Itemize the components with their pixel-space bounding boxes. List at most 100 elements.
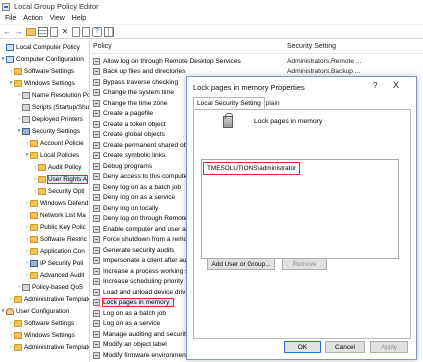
menu-file[interactable]: File [5,15,16,22]
policy-setting-icon [93,341,100,348]
window-title: Local Group Policy Editor [14,2,99,11]
policy-row[interactable]: Back up files and directories Administrat… [91,67,423,77]
tree-item[interactable]: › Windows Settings [8,330,75,340]
computer-icon [6,55,14,63]
tree-item[interactable]: › Software Settings [8,66,74,76]
tree-item[interactable]: › Advanced Audit [24,270,84,280]
apply-button[interactable]: Apply [370,341,408,353]
tree-item-label: Audit Policy [48,163,82,171]
tree-item[interactable]: ▾ Local Policies [24,150,79,160]
copy-icon[interactable] [50,26,58,37]
properties-icon[interactable] [72,26,80,37]
delete-icon[interactable]: ✕ [60,27,70,37]
tree-item[interactable]: ▾ Windows Settings [8,78,75,88]
tree-item[interactable]: › Security Opti [32,186,85,196]
policy-setting-icon [93,194,100,201]
tree-item-label: IP Security Poli [40,259,84,267]
tree-item-label: Name Resolution Po [32,91,90,99]
view-list-icon[interactable] [104,26,114,37]
cancel-button[interactable]: Cancel [325,341,365,353]
tree-item-label: Administrative Template [24,295,90,303]
tree-item-label: Deployed Printers [32,115,83,123]
computer-icon [6,43,14,51]
folder-icon [14,319,22,327]
tree-item[interactable]: › Software Restric [24,234,87,244]
toolbar: ← → ✕ ? [0,25,423,39]
folder-icon [14,331,22,339]
help-icon[interactable]: ? [92,26,102,37]
policy-setting-icon [93,89,100,96]
user-icon [6,307,14,315]
tree-item[interactable]: ▾ User Configuration [0,306,69,316]
column-policy[interactable]: Policy [93,43,112,50]
properties-dialog: Lock pages in memory Properties ? X Loca… [186,76,417,360]
tab-local-security-setting[interactable]: Local Security Setting [193,97,265,109]
remove-button[interactable]: Remove [282,258,327,270]
policy-setting-value: Administrators,Remote ... [287,57,362,65]
title-bar: Local Group Policy Editor [0,0,423,13]
tree-item[interactable]: › Deployed Printers [16,114,83,124]
tree-item[interactable]: › Administrative Template [8,294,90,304]
menu-action[interactable]: Action [23,15,42,22]
tree-item[interactable]: › Windows Defend [24,198,88,208]
members-list[interactable]: TMESOLUTIONS\administrator [201,159,399,259]
policy-setting-icon [93,141,100,149]
policy-list-header: Policy Security Setting [91,40,423,54]
tree-item[interactable]: › Policy-based QoS [16,282,83,292]
ok-button[interactable]: OK [284,341,321,353]
folder-up-icon[interactable] [26,27,36,36]
policy-setting-icon [93,246,100,254]
tree-item[interactable]: › Application Con [24,246,85,256]
tree-item[interactable]: › IP Security Poli [24,258,83,268]
export-list-icon[interactable] [82,26,90,37]
policy-setting-icon [93,204,100,212]
tree-item[interactable]: › Administrative Template [8,342,89,352]
show-hide-tree-icon[interactable] [38,26,48,37]
policy-setting-icon [93,267,100,275]
dialog-close-icon[interactable]: X [393,80,399,90]
folder-icon [14,295,22,303]
policy-name-label: Lock pages in memory [254,118,323,125]
policy-setting-icon [93,320,100,327]
policy-setting-value: Administrators,Backup ... [287,68,361,75]
member-entry[interactable]: TMESOLUTIONS\administrator [203,162,301,175]
policy-icon [22,103,30,111]
folder-icon [30,271,38,279]
menu-help[interactable]: Help [72,15,86,22]
tree-item[interactable]: › Software Settings [8,318,74,328]
tree-item[interactable]: Scripts (Startup/Shu [16,102,89,112]
menu-view[interactable]: View [50,15,65,22]
folder-icon [38,187,46,195]
tree-item-label: Scripts (Startup/Shu [32,103,90,111]
tree-item[interactable]: › Account Policie [24,138,84,148]
column-security-setting[interactable]: Security Setting [287,43,336,50]
policy-row[interactable]: Allow log on through Remote Desktop Serv… [91,56,423,66]
policy-setting-icon [93,57,100,65]
tree-item[interactable]: › Name Resolution Po [16,90,90,100]
tree-item[interactable]: ▾ Computer Configuration [0,54,84,64]
tree-item[interactable]: Network List Ma [24,210,86,220]
folder-icon [38,163,46,171]
back-arrow-icon[interactable]: ← [2,27,12,37]
menu-bar: File Action View Help [0,13,423,25]
add-user-group-button[interactable]: Add User or Group... [207,258,275,270]
policy-setting-icon [93,120,100,128]
tree-item[interactable]: ▾ Security Settings [16,126,80,136]
forward-arrow-icon[interactable]: → [14,27,24,37]
tree-item-label: Policy-based QoS [32,283,84,291]
policy-editor-icon [2,2,10,11]
policy-setting-icon [93,183,100,191]
tree-item-label: Windows Defend [40,199,89,207]
policy-setting-icon [93,99,100,107]
tree-item[interactable]: › User Rights A [32,174,89,184]
folder-icon [30,235,38,243]
policy-setting-icon [93,278,100,285]
tree-item[interactable]: Local Computer Policy [0,42,80,52]
dialog-help-icon[interactable]: ? [373,81,377,90]
tree-item[interactable]: › Public Key Polic [24,222,86,232]
tree-item-label: Software Settings [24,319,75,327]
tree-item-label: Account Policie [40,139,84,147]
tree-item[interactable]: › Audit Policy [32,162,81,172]
folder-icon [30,139,38,147]
policy-setting-icon [93,152,100,159]
